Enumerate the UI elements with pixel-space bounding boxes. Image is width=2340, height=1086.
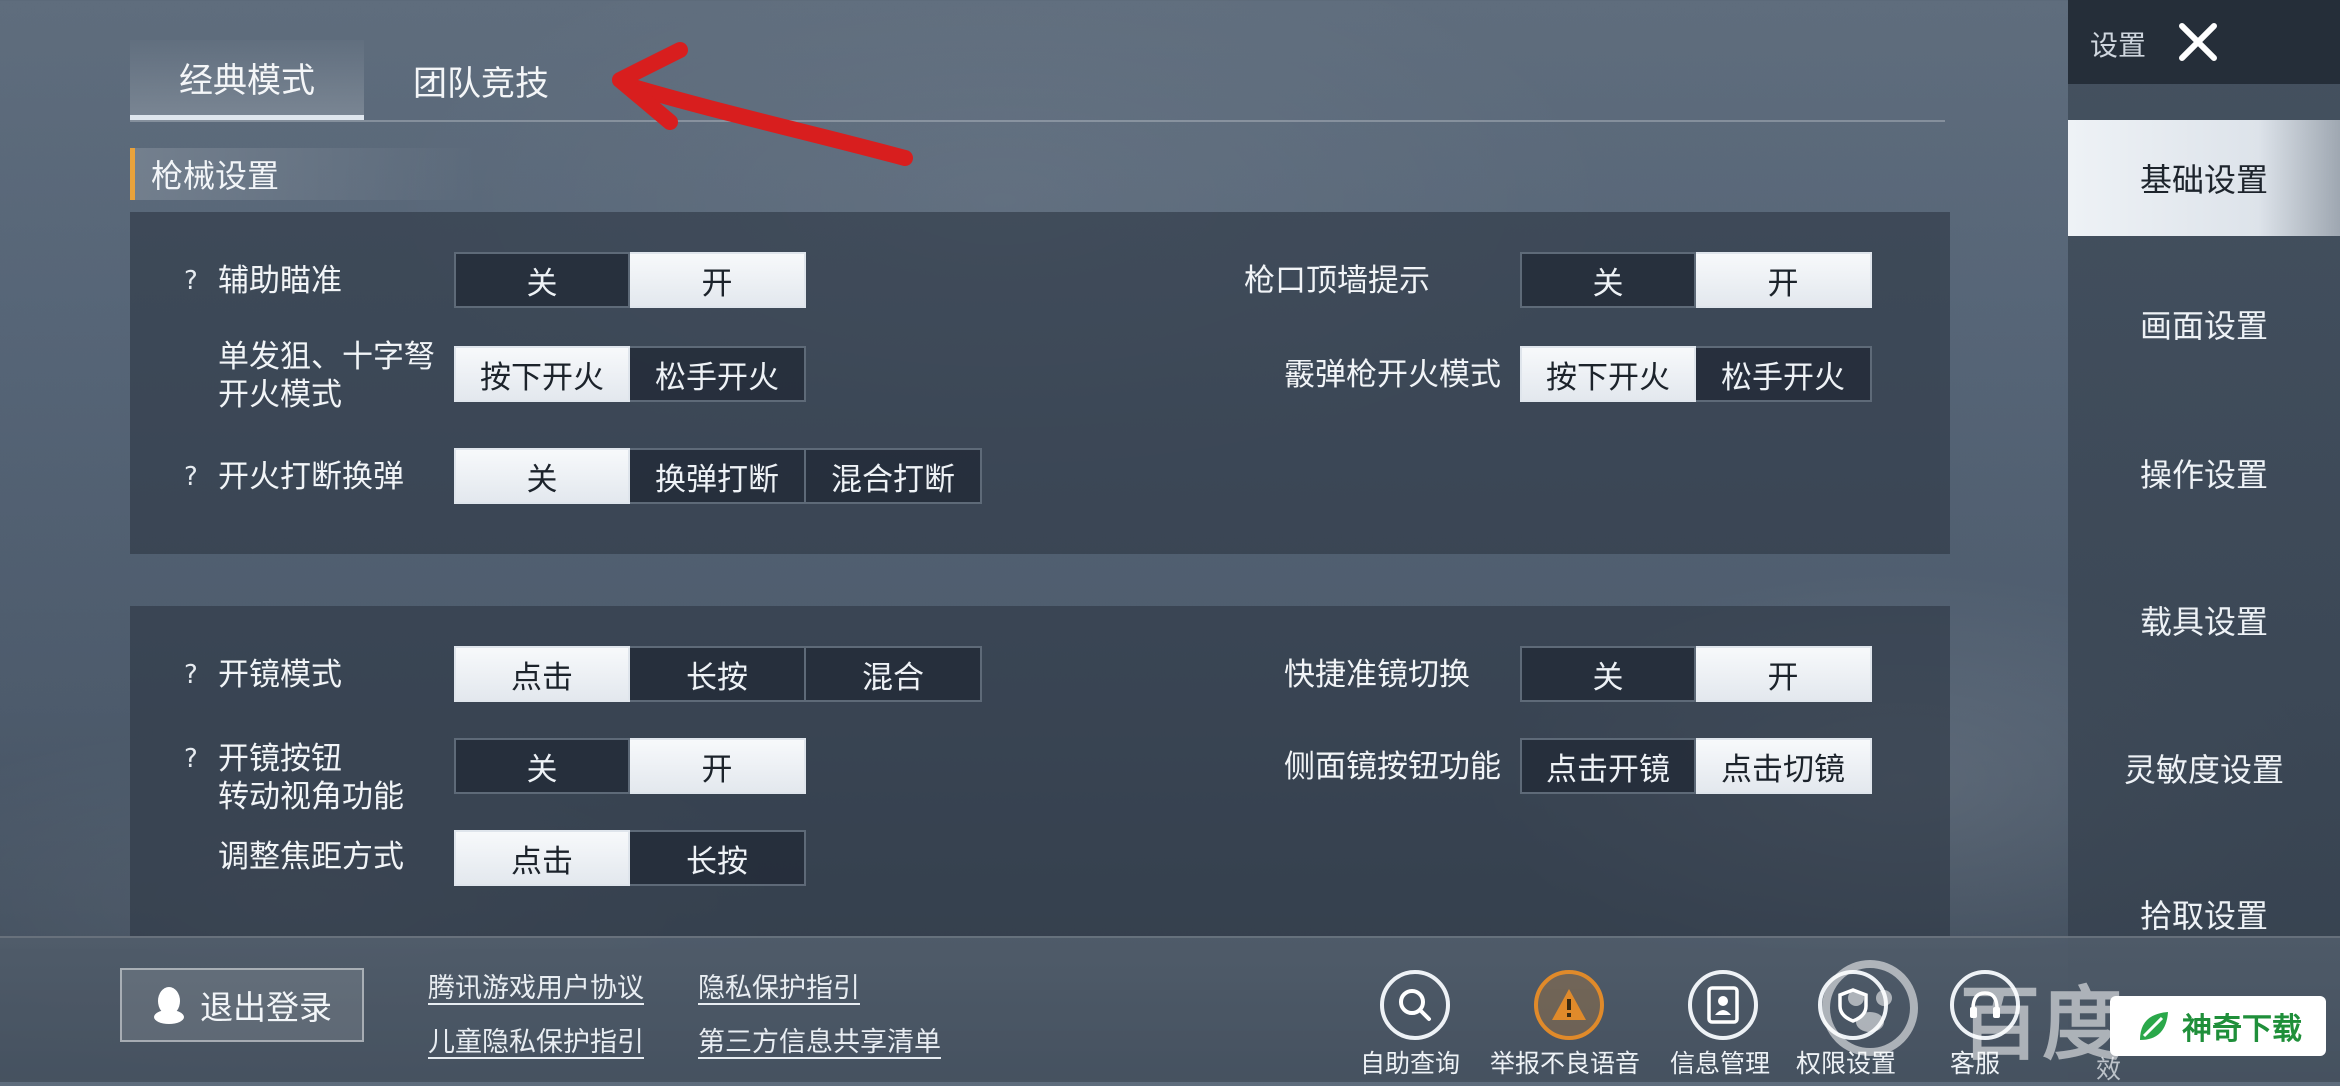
scope-mode-tap[interactable]: 点击 (454, 646, 630, 702)
watermark-text: 百度 (1960, 978, 2124, 1071)
muzzle-wall-on[interactable]: 开 (1696, 252, 1872, 308)
logout-button[interactable]: 退出登录 (120, 968, 364, 1042)
muzzle-wall-label: 枪口顶墙提示 (1244, 263, 1430, 299)
badge-text: 神奇下载 (2182, 1012, 2302, 1047)
logout-label: 退出登录 (200, 988, 332, 1027)
side-scope-toggle: 点击开镜 点击切镜 (1520, 738, 1872, 794)
warning-icon (1552, 989, 1586, 1020)
mode-tabs: 经典模式 团队竞技 (130, 40, 598, 120)
leaf-logo-icon (2140, 1012, 2168, 1040)
fire-interrupt-label: 开火打断换弹 (218, 459, 404, 495)
single-sniper-label-line1: 单发狙、十字弩 (218, 339, 435, 375)
quick-scope-off[interactable]: 关 (1520, 646, 1696, 702)
muzzle-wall-toggle: 关 开 (1520, 252, 1872, 308)
scope-mode-toggle: 点击 长按 混合 (454, 646, 982, 702)
focus-adjust-tap[interactable]: 点击 (454, 830, 630, 886)
tabs-divider (130, 120, 1945, 122)
assist-aim-on[interactable]: 开 (630, 252, 806, 308)
sidebar-item-sensitivity[interactable]: 灵敏度设置 (2068, 710, 2340, 826)
close-icon[interactable] (2168, 12, 2228, 72)
single-sniper-release-fire[interactable]: 松手开火 (630, 346, 806, 402)
sidebar-item-controls[interactable]: 操作设置 (2068, 415, 2340, 531)
search-icon (1399, 989, 1431, 1021)
quick-scope-on[interactable]: 开 (1696, 646, 1872, 702)
focus-adjust-hold[interactable]: 长按 (630, 830, 806, 886)
help-icon[interactable]: ? (184, 266, 198, 296)
single-sniper-label-line2: 开火模式 (218, 377, 342, 413)
report-voice-button[interactable] (1534, 970, 1604, 1040)
fire-interrupt-reload[interactable]: 换弹打断 (630, 448, 806, 504)
side-scope-tap-open[interactable]: 点击开镜 (1520, 738, 1696, 794)
sidebar-item-graphics[interactable]: 画面设置 (2068, 266, 2340, 382)
fire-interrupt-toggle: 关 换弹打断 混合打断 (454, 448, 982, 504)
scope-mode-hold[interactable]: 长按 (630, 646, 806, 702)
user-agreement-link[interactable]: 腾讯游戏用户协议 (428, 966, 644, 1005)
help-icon[interactable]: ? (184, 744, 198, 774)
sidebar-item-basic[interactable]: 基础设置 (2068, 120, 2340, 236)
shotgun-press-fire[interactable]: 按下开火 (1520, 346, 1696, 402)
third-party-sharing-link[interactable]: 第三方信息共享清单 (698, 1020, 941, 1059)
help-icon[interactable]: ? (184, 462, 198, 492)
info-management-label: 信息管理 (1670, 1049, 1771, 1078)
report-voice-label: 举报不良语音 (1490, 1049, 1641, 1078)
red-arrow-annotation (612, 42, 913, 166)
side-scope-tap-switch[interactable]: 点击切镜 (1696, 738, 1872, 794)
section-title-weapon: 枪械设置 (130, 148, 480, 200)
focus-adjust-label: 调整焦距方式 (218, 839, 404, 875)
focus-adjust-toggle: 点击 长按 (454, 830, 806, 886)
sidebar-title: 设置 (2090, 29, 2147, 62)
child-privacy-link[interactable]: 儿童隐私保护指引 (428, 1020, 644, 1059)
quick-scope-label: 快捷准镜切换 (1284, 657, 1470, 693)
assist-aim-off[interactable]: 关 (454, 252, 630, 308)
tab-classic[interactable]: 经典模式 (130, 40, 364, 120)
assist-aim-label: 辅助瞄准 (218, 263, 342, 299)
sidebar-header: 设置 (2068, 0, 2340, 84)
help-icon[interactable]: ? (184, 660, 198, 690)
self-help-query-label: 自助查询 (1360, 1049, 1461, 1078)
single-sniper-press-fire[interactable]: 按下开火 (454, 346, 630, 402)
scope-mode-label: 开镜模式 (218, 657, 342, 693)
scope-rotate-label-line2: 转动视角功能 (218, 779, 404, 815)
qq-penguin-icon (154, 987, 184, 1024)
id-card-icon (1707, 986, 1739, 1024)
fire-interrupt-off[interactable]: 关 (454, 448, 630, 504)
privacy-guide-link[interactable]: 隐私保护指引 (698, 966, 860, 1005)
shotgun-label: 霰弹枪开火模式 (1284, 357, 1501, 393)
side-scope-label: 侧面镜按钮功能 (1284, 749, 1501, 785)
shotgun-fire-toggle: 按下开火 松手开火 (1520, 346, 1872, 402)
fire-interrupt-mixed[interactable]: 混合打断 (806, 448, 982, 504)
muzzle-wall-off[interactable]: 关 (1520, 252, 1696, 308)
quick-scope-toggle: 关 开 (1520, 646, 1872, 702)
sidebar-item-vehicle[interactable]: 载具设置 (2068, 562, 2340, 678)
assist-aim-toggle: 关 开 (454, 252, 806, 308)
settings-sidebar: 设置 基础设置 画面设置 操作设置 载具设置 灵敏度设置 拾取设置 (2068, 0, 2340, 1080)
scope-rotate-label-line1: 开镜按钮 (218, 741, 342, 777)
download-badge: 神奇下载 (2110, 996, 2326, 1056)
scope-mode-mixed[interactable]: 混合 (806, 646, 982, 702)
info-management-button[interactable] (1688, 970, 1758, 1040)
scope-rotate-on[interactable]: 开 (630, 738, 806, 794)
single-sniper-fire-toggle: 按下开火 松手开火 (454, 346, 806, 402)
scope-rotate-off[interactable]: 关 (454, 738, 630, 794)
shotgun-release-fire[interactable]: 松手开火 (1696, 346, 1872, 402)
scope-rotate-toggle: 关 开 (454, 738, 806, 794)
self-help-query-button[interactable] (1380, 970, 1450, 1040)
